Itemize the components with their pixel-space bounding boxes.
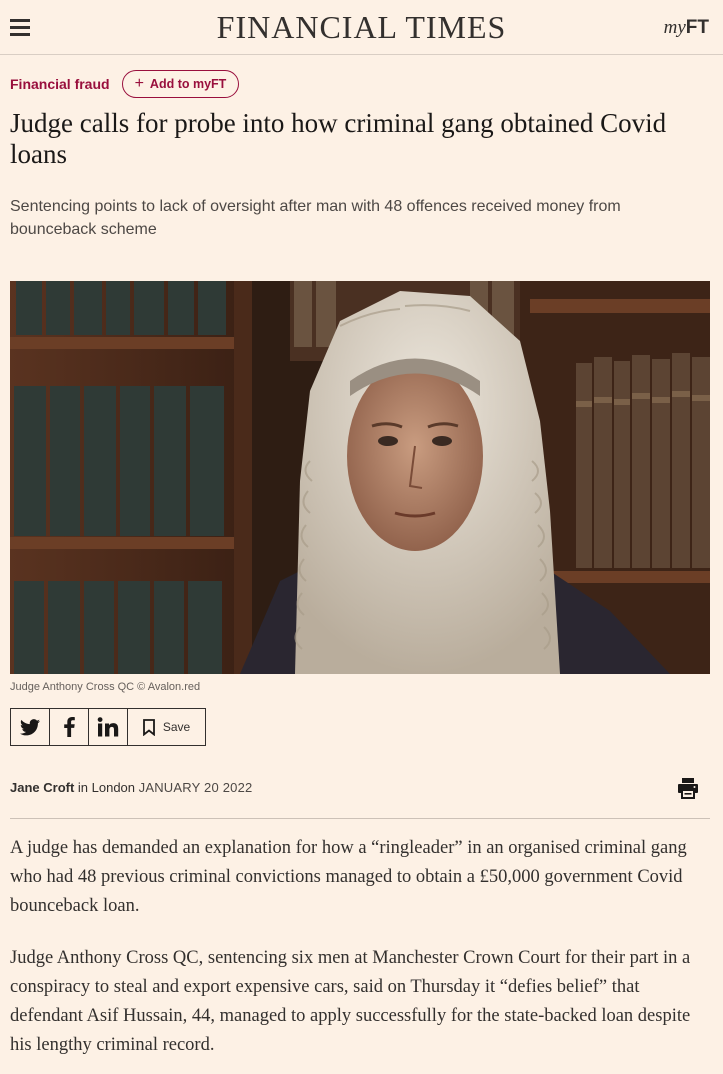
printer-icon[interactable] <box>676 776 700 800</box>
article-headline: Judge calls for probe into how criminal … <box>10 108 667 169</box>
linkedin-icon <box>97 717 119 737</box>
save-label: Save <box>162 720 191 734</box>
plus-icon: + <box>134 75 144 92</box>
author-link[interactable]: Jane Croft <box>10 780 74 795</box>
byline: Jane Croft in London JANUARY 20 2022 <box>10 780 252 795</box>
twitter-icon <box>20 718 40 735</box>
facebook-icon <box>63 717 75 737</box>
publish-date: JANUARY 20 2022 <box>138 780 253 795</box>
image-caption: Judge Anthony Cross QC © Avalon.red <box>10 681 201 693</box>
save-article-button[interactable]: Save <box>128 709 205 745</box>
article-standfirst: Sentencing points to lack of oversight a… <box>10 198 621 238</box>
share-linkedin-button[interactable] <box>89 709 128 745</box>
myft-prefix: my <box>663 17 686 38</box>
masthead-logo[interactable]: FINANCIAL TIMES <box>0 7 723 47</box>
topic-link[interactable]: Financial fraud <box>10 76 110 92</box>
myft-suffix: FT <box>685 17 709 38</box>
topic-row: Financial fraud + Add to myFT <box>10 70 240 98</box>
byline-location: in London <box>74 780 139 795</box>
bookmark-icon <box>142 718 155 736</box>
add-to-myft-button[interactable]: + Add to myFT <box>121 70 240 98</box>
article-paragraph: Judge Anthony Cross QC, sentencing six m… <box>10 948 691 1055</box>
article-image <box>10 281 710 674</box>
site-header: FINANCIAL TIMES myFT <box>0 0 723 55</box>
myft-link[interactable]: myFT <box>664 17 709 39</box>
share-bar: Save <box>10 708 206 746</box>
share-facebook-button[interactable] <box>50 709 89 745</box>
share-twitter-button[interactable] <box>11 709 50 745</box>
add-to-myft-label: Add to myFT <box>149 77 227 91</box>
article-paragraph: A judge has demanded an explanation for … <box>10 838 687 916</box>
byline-divider <box>10 818 710 819</box>
